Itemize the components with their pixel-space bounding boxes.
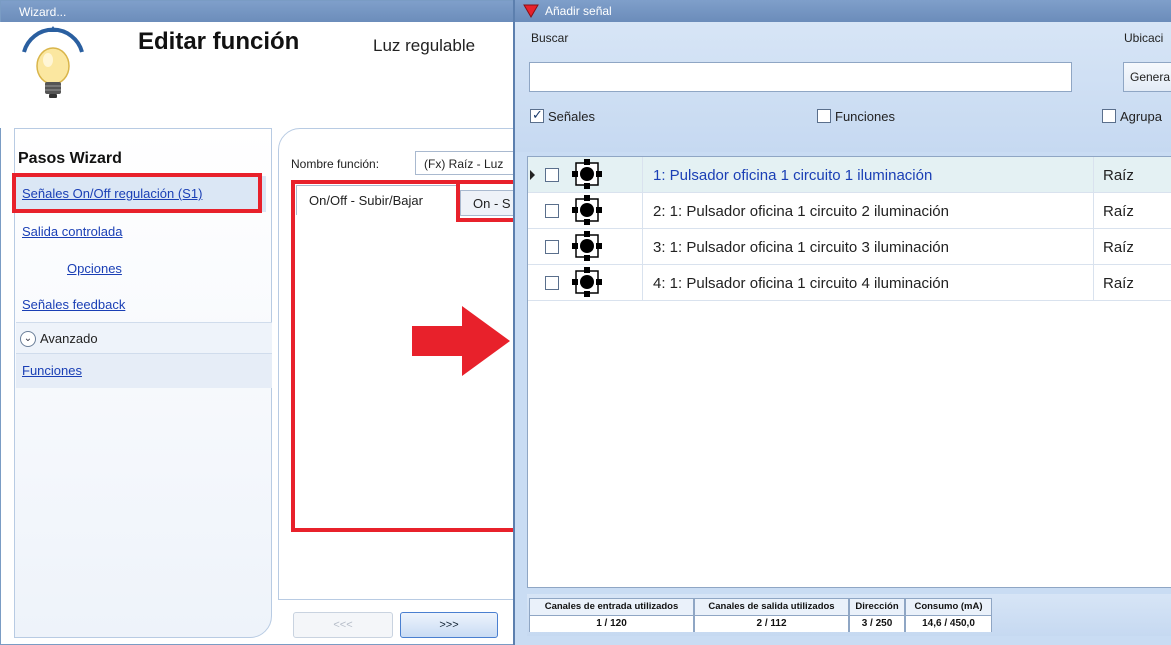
- search-input[interactable]: [529, 62, 1072, 92]
- signals-checkbox-label: Señales: [548, 109, 595, 124]
- add-signal-titlebar: Añadir señal: [515, 0, 1171, 22]
- table-row[interactable]: 1: Pulsador oficina 1 circuito 1 ilumina…: [528, 157, 1171, 193]
- row-checkbox[interactable]: [545, 204, 559, 218]
- page-title: Editar función: [138, 28, 300, 55]
- row-checkbox[interactable]: [545, 276, 559, 290]
- step-link-options[interactable]: Opciones: [67, 261, 122, 276]
- functions-checkbox-label: Funciones: [835, 109, 895, 124]
- advanced-label: Avanzado: [40, 331, 98, 346]
- step-link-functions[interactable]: Funciones: [22, 363, 82, 378]
- next-button[interactable]: >>>: [400, 612, 498, 638]
- group-checkbox-label: Agrupa: [1120, 109, 1162, 124]
- location-label: Ubicaci: [1124, 31, 1164, 45]
- status-value: 2 / 112: [695, 616, 848, 632]
- status-input-channels: Canales de entrada utilizados 1 / 120: [529, 598, 694, 632]
- row-signal-name: 3: 1: Pulsador oficina 1 circuito 3 ilum…: [653, 239, 949, 256]
- step-link-controlled-output[interactable]: Salida controlada: [22, 224, 122, 239]
- status-header: Dirección: [850, 599, 904, 616]
- table-row[interactable]: 3: 1: Pulsador oficina 1 circuito 3 ilum…: [528, 229, 1171, 265]
- status-output-channels: Canales de salida utilizados 2 / 112: [694, 598, 849, 632]
- highlight-box-tab-notch: [456, 180, 516, 222]
- table-row[interactable]: 4: 1: Pulsador oficina 1 circuito 4 ilum…: [528, 265, 1171, 301]
- status-address: Dirección 3 / 250: [849, 598, 905, 632]
- row-location: Raíz: [1103, 239, 1134, 256]
- status-value: 3 / 250: [850, 616, 904, 632]
- row-indicator-icon: [530, 170, 535, 180]
- push-button-icon: [572, 231, 602, 261]
- functions-checkbox[interactable]: [817, 109, 831, 123]
- step-link-feedback-signals[interactable]: Señales feedback: [22, 297, 125, 312]
- previous-button[interactable]: <<<: [293, 612, 393, 638]
- status-value: 14,6 / 450,0: [906, 616, 991, 632]
- location-select[interactable]: Genera: [1123, 62, 1171, 92]
- row-checkbox[interactable]: [545, 168, 559, 182]
- row-location: Raíz: [1103, 167, 1134, 184]
- function-name-label: Nombre función:: [291, 157, 380, 171]
- row-signal-name: 1: Pulsador oficina 1 circuito 1 ilumina…: [653, 167, 933, 184]
- signals-checkbox[interactable]: ✓: [530, 107, 544, 123]
- push-button-icon: [572, 195, 602, 225]
- red-triangle-icon: [523, 4, 539, 18]
- highlight-box-step: [12, 173, 262, 213]
- push-button-icon: [572, 267, 602, 297]
- add-signal-window: Añadir señal Buscar Ubicaci Genera ✓ Señ…: [513, 0, 1171, 645]
- search-label: Buscar: [531, 31, 569, 45]
- chevron-down-icon[interactable]: ⌄: [20, 331, 36, 347]
- steps-title: Pasos Wizard: [18, 150, 122, 167]
- row-location: Raíz: [1103, 275, 1134, 292]
- status-header: Canales de entrada utilizados: [530, 599, 693, 616]
- row-signal-name: 2: 1: Pulsador oficina 1 circuito 2 ilum…: [653, 203, 949, 220]
- status-header: Canales de salida utilizados: [695, 599, 848, 616]
- group-checkbox[interactable]: [1102, 109, 1116, 123]
- page-subtitle: Luz regulable: [373, 36, 476, 55]
- table-row[interactable]: 2: 1: Pulsador oficina 1 circuito 2 ilum…: [528, 193, 1171, 229]
- right-arrow-icon: [412, 306, 510, 376]
- row-location: Raíz: [1103, 203, 1134, 220]
- light-bulb-icon: [22, 26, 84, 98]
- push-button-icon: [572, 159, 602, 189]
- row-signal-name: 4: 1: Pulsador oficina 1 circuito 4 ilum…: [653, 275, 949, 292]
- wizard-titlebar: Wizard...: [1, 1, 513, 23]
- status-value: 1 / 120: [530, 616, 693, 632]
- status-consumption: Consumo (mA) 14,6 / 450,0: [905, 598, 992, 632]
- signals-table: 1: Pulsador oficina 1 circuito 1 ilumina…: [527, 156, 1171, 588]
- check-icon: ✓: [532, 107, 543, 122]
- row-checkbox[interactable]: [545, 240, 559, 254]
- status-header: Consumo (mA): [906, 599, 991, 616]
- add-signal-title: Añadir señal: [545, 4, 612, 18]
- function-name-field[interactable]: (Fx) Raíz - Luz: [415, 151, 515, 175]
